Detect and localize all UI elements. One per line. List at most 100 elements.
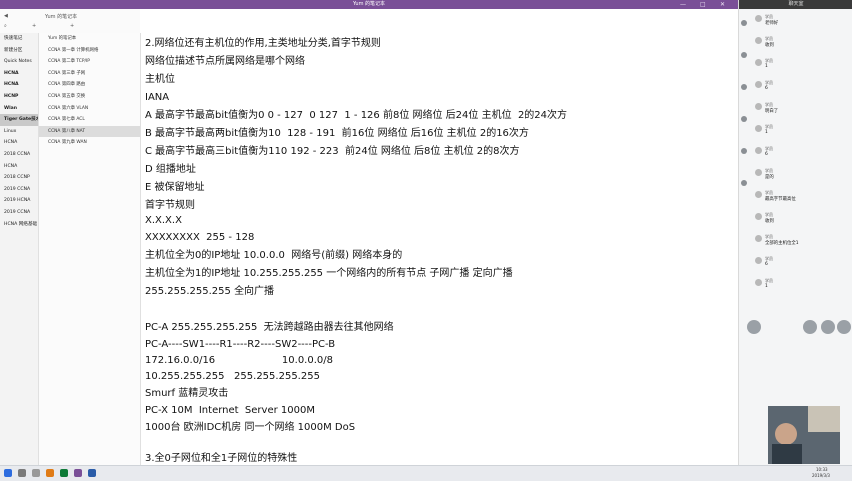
note-line[interactable]: 10.255.255.255 255.255.255.255 [145, 371, 320, 383]
note-line[interactable]: 网络位描述节点所属网络是哪个网络 [145, 56, 305, 68]
note-line[interactable]: 172.16.0.0/16 10.0.0.0/8 [145, 355, 333, 367]
gift-icon[interactable] [837, 320, 851, 334]
avatar [755, 213, 762, 220]
search-icon[interactable] [18, 469, 26, 477]
avatar [755, 191, 762, 198]
chat-text: 明白了 [765, 109, 779, 114]
note-line[interactable]: A 最高字节最高bit值衡为0 0 - 127 0 127 1 - 126 前8… [145, 110, 567, 122]
section-item[interactable]: HCNA [0, 137, 38, 149]
note-line[interactable]: XXXXXXXX 255 - 128 [145, 232, 254, 244]
note-line[interactable]: PC-X 10M Internet Server 1000M [145, 405, 315, 417]
chat-text: 6 [765, 262, 768, 267]
chat-message: 学员 是的 [755, 168, 835, 182]
note-line[interactable]: 主机位全为1的IP地址 10.255.255.255 一个网络内的所有节点 子网… [145, 268, 513, 280]
hand-raise-icon[interactable] [747, 320, 761, 334]
section-item[interactable]: Linux [0, 126, 38, 138]
note-line[interactable]: 2.网络位还有主机位的作用,主类地址分类,首字节规则 [145, 38, 381, 50]
section-item[interactable]: 2019 CCNA [0, 207, 38, 219]
note-line[interactable]: E 被保留地址 [145, 182, 205, 194]
notebook-name[interactable]: Yum 的笔记本 [45, 13, 77, 20]
section-item[interactable]: 2019 HCNA [0, 195, 38, 207]
search-icon[interactable]: ⌕ [4, 23, 7, 29]
page-list: Yum 的笔记本 CCNA 第一章 计算机网络 CCNA 第二章 TCP/IP … [39, 33, 141, 465]
chat-icon[interactable] [741, 116, 747, 122]
note-line[interactable]: B 最高字节最高两bit值衡为10 128 - 191 前16位 网络位 后16… [145, 128, 529, 140]
note-line[interactable]: 首字节规则 [145, 200, 195, 212]
section-item[interactable]: HCNA 网络基础 [0, 219, 38, 231]
note-line[interactable]: X.X.X.X [145, 215, 182, 227]
page-item[interactable]: CCNA 第九章 WAN [39, 137, 140, 149]
note-line[interactable]: 主机位全为0的IP地址 10.0.0.0 网络号(前缀) 网络本身的 [145, 250, 402, 262]
chat-text: 6 [765, 86, 768, 91]
section-item[interactable]: 快速笔记 [0, 33, 38, 45]
members-icon[interactable] [741, 148, 747, 154]
page-item[interactable]: CCNA 第三章 子网 [39, 68, 140, 80]
page-item[interactable]: CCNA 第六章 VLAN [39, 103, 140, 115]
section-item-selected[interactable]: Tiger Gate技术讨论 [0, 114, 38, 126]
add-section-button[interactable]: + [32, 23, 36, 29]
share-icon[interactable] [741, 84, 747, 90]
back-icon[interactable]: ◀ [4, 13, 8, 19]
task-view-icon[interactable] [32, 469, 40, 477]
app-icon[interactable] [46, 469, 54, 477]
avatar [755, 169, 762, 176]
note-line[interactable]: 255.255.255.255 全向广播 [145, 286, 274, 298]
onenote-icon[interactable] [74, 469, 82, 477]
mic-icon[interactable] [741, 20, 747, 26]
clock-date[interactable]: 2019/3/3 [812, 473, 830, 478]
section-item[interactable]: 新建分区 [0, 45, 38, 57]
chat-text: 收到 [765, 43, 774, 48]
section-item[interactable]: HCNA [0, 68, 38, 80]
clock-time[interactable]: 10:33 [816, 467, 828, 472]
page-item[interactable]: Yum 的笔记本 [39, 33, 140, 45]
page-item[interactable]: CCNA 第五章 交换 [39, 91, 140, 103]
chat-title: 聊天室 [739, 0, 852, 9]
app-icon[interactable] [60, 469, 68, 477]
flower-icon[interactable] [821, 320, 835, 334]
app-icon[interactable] [88, 469, 96, 477]
page-item[interactable]: CCNA 第四章 路由 [39, 79, 140, 91]
maximize-button[interactable]: □ [700, 0, 706, 9]
section-item[interactable]: 2018 CCNA [0, 149, 38, 161]
chat-message: 学员 6 [755, 146, 835, 160]
section-item[interactable]: HCNA [0, 161, 38, 173]
section-item[interactable]: 2019 CCNA [0, 184, 38, 196]
avatar [755, 103, 762, 110]
add-page-button[interactable]: + [70, 23, 74, 29]
chat-text: 全部的主机位全1 [765, 241, 799, 246]
note-line[interactable]: 3.全0子网位和全1子网位的特殊性 [145, 453, 297, 465]
avatar [755, 147, 762, 154]
settings-icon[interactable] [741, 180, 747, 186]
webcam-preview[interactable] [768, 406, 840, 464]
note-line[interactable]: PC-A----SW1----R1----R2----SW2----PC-B [145, 339, 335, 351]
note-line[interactable]: D 组播地址 [145, 164, 196, 176]
close-button[interactable]: ✕ [720, 0, 725, 9]
start-icon[interactable] [4, 469, 12, 477]
section-item[interactable]: HCNP [0, 91, 38, 103]
section-item[interactable]: 2018 CCNP [0, 172, 38, 184]
camera-icon[interactable] [741, 52, 747, 58]
section-item[interactable]: HCNA [0, 79, 38, 91]
emoji-icon[interactable] [803, 320, 817, 334]
page-item-selected[interactable]: CCNA 第八章 NAT [39, 125, 140, 138]
page-item[interactable]: CCNA 第七章 ACL [39, 114, 140, 126]
chat-text: 6 [765, 152, 768, 157]
minimize-button[interactable]: — [680, 0, 686, 9]
section-item[interactable]: Quick Notes [0, 56, 38, 68]
section-item[interactable]: Wlan [0, 103, 38, 115]
chat-message: 学员 最高字节最高位 [755, 190, 835, 204]
avatar [755, 257, 762, 264]
chat-message: 学员 收到 [755, 212, 835, 226]
note-line[interactable]: C 最高字节最高三bit值衡为110 192 - 223 前24位 网络位 后8… [145, 146, 520, 158]
note-canvas[interactable]: 2.网络位还有主机位的作用,主类地址分类,首字节规则 网络位描述节点所属网络是哪… [141, 9, 738, 465]
note-line[interactable]: 1000台 欧洲IDC机房 同一个网络 1000M DoS [145, 422, 355, 434]
page-item[interactable]: CCNA 第二章 TCP/IP [39, 56, 140, 68]
note-line[interactable]: PC-A 255.255.255.255 无法跨越路由器去往其他网络 [145, 322, 394, 334]
chat-message: 学员 老师好 [755, 14, 835, 28]
note-line[interactable]: IANA [145, 92, 169, 104]
chat-text: 1 [765, 284, 768, 289]
note-line[interactable]: 主机位 [145, 74, 175, 86]
note-line[interactable]: Smurf 蓝精灵攻击 [145, 388, 228, 400]
page-item[interactable]: CCNA 第一章 计算机网络 [39, 45, 140, 57]
chat-text: 是的 [765, 175, 774, 180]
